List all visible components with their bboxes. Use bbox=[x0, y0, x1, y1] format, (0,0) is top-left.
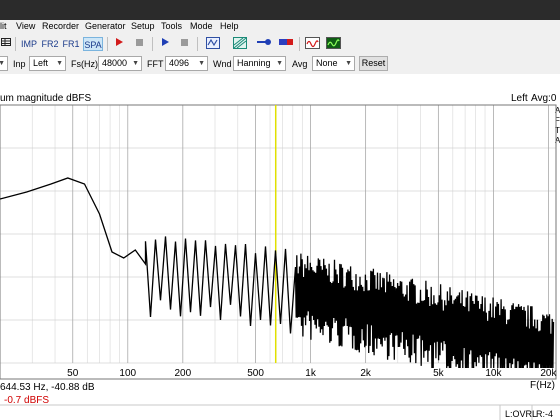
spectrum-chart[interactable]: 50 100 200 500 1k 2k 5k 10k 20k F(Hz) 644.53 Hz,… bbox=[0, 74, 560, 420]
mode-spa-button[interactable]: SPA bbox=[83, 37, 103, 51]
avg-value: None bbox=[316, 58, 338, 68]
peak-level: -0.7 dBFS bbox=[4, 395, 49, 406]
inp-label: Inp bbox=[13, 59, 26, 69]
record-play-icon[interactable] bbox=[113, 37, 125, 51]
avg-label: Avg bbox=[292, 59, 308, 69]
fft-label: FFT bbox=[147, 59, 164, 69]
spectrum-plot-panel: um magnitude dBFS Left Avg:0 A F T A 50 1… bbox=[0, 74, 560, 420]
wnd-label: Wnd bbox=[213, 59, 232, 69]
menu-setup[interactable]: Setup bbox=[131, 21, 155, 31]
chevron-down-icon: ▼ bbox=[132, 60, 139, 67]
generator-settings-icon[interactable] bbox=[205, 37, 220, 51]
frequency-tick-label: 2k bbox=[360, 368, 372, 379]
table-icon[interactable] bbox=[0, 37, 12, 51]
toolbar-separator bbox=[299, 37, 300, 51]
chevron-down-icon: ▼ bbox=[345, 60, 352, 67]
toolbar-separator bbox=[197, 37, 198, 51]
fs-label: Fs(Hz) bbox=[71, 59, 98, 69]
reset-button[interactable]: Reset bbox=[359, 56, 388, 71]
frequency-tick-labels: 50 100 200 500 1k 2k 5k 10k 20k bbox=[67, 368, 557, 379]
generator-stop-icon[interactable] bbox=[178, 37, 190, 51]
menu-mode[interactable]: Mode bbox=[190, 21, 213, 31]
menu-help[interactable]: Help bbox=[220, 21, 239, 31]
x-axis-label: F(Hz) bbox=[530, 380, 555, 391]
inp-select[interactable]: Left ▼ bbox=[29, 56, 66, 71]
mode-fr2-button[interactable]: FR2 bbox=[41, 37, 59, 51]
inp-value: Left bbox=[33, 58, 49, 68]
level-meter-icon[interactable] bbox=[278, 37, 294, 51]
window-titlebar bbox=[0, 0, 560, 20]
fs-select[interactable]: 48000 ▼ bbox=[98, 56, 142, 71]
generator-play-icon[interactable] bbox=[159, 37, 171, 51]
menu-view[interactable]: View bbox=[16, 21, 35, 31]
wnd-value: Hanning bbox=[237, 58, 271, 68]
spectrum-view-icon[interactable] bbox=[325, 37, 341, 51]
status-right-level: R:-4 bbox=[536, 409, 553, 419]
frequency-tick-label: 100 bbox=[119, 368, 136, 379]
toolbar-separator bbox=[107, 37, 108, 51]
mode-fr1-button[interactable]: FR1 bbox=[62, 37, 80, 51]
frequency-tick-label: 50 bbox=[67, 368, 79, 379]
toolbar-separator bbox=[152, 37, 153, 51]
menu-edit[interactable]: lit bbox=[0, 21, 7, 31]
filter-icon[interactable] bbox=[232, 37, 247, 51]
toolbar: IMP FR2 FR1 SPA bbox=[0, 34, 560, 55]
fs-value: 48000 bbox=[102, 58, 128, 68]
spectrum-trace bbox=[0, 177, 555, 369]
settings-bar: ▼ Inp Left ▼ Fs(Hz) 48000 ▼ FFT 4096 ▼ Wnd … bbox=[0, 54, 560, 75]
menu-generator[interactable]: Generator bbox=[85, 21, 126, 31]
avg-select[interactable]: None ▼ bbox=[312, 56, 355, 71]
record-stop-icon[interactable] bbox=[133, 37, 145, 51]
chevron-down-icon: ▼ bbox=[56, 60, 63, 67]
frequency-tick-label: 5k bbox=[433, 368, 445, 379]
menu-recorder[interactable]: Recorder bbox=[42, 21, 79, 31]
chevron-down-icon: ▼ bbox=[198, 60, 205, 67]
toolbar-separator bbox=[15, 37, 16, 51]
chevron-down-icon: ▼ bbox=[276, 60, 283, 67]
frequency-tick-label: 1k bbox=[305, 368, 317, 379]
fft-value: 4096 bbox=[169, 58, 190, 68]
fft-select[interactable]: 4096 ▼ bbox=[165, 56, 208, 71]
frequency-tick-label: 200 bbox=[174, 368, 191, 379]
frequency-tick-label: 20k bbox=[540, 368, 557, 379]
oscilloscope-icon[interactable] bbox=[304, 37, 320, 51]
wnd-select[interactable]: Hanning ▼ bbox=[233, 56, 286, 71]
menu-tools[interactable]: Tools bbox=[161, 21, 182, 31]
frequency-tick-label: 500 bbox=[247, 368, 264, 379]
menu-bar: lit View Recorder Generator Setup Tools … bbox=[0, 20, 560, 34]
status-left-overload: L:OVRL bbox=[505, 409, 537, 419]
cursor-readout: 644.53 Hz, -40.88 dB bbox=[0, 382, 95, 393]
frequency-tick-label: 10k bbox=[485, 368, 502, 379]
channel-select[interactable]: ▼ bbox=[0, 56, 8, 71]
probe-icon[interactable] bbox=[256, 37, 272, 51]
mode-imp-button[interactable]: IMP bbox=[20, 37, 38, 51]
